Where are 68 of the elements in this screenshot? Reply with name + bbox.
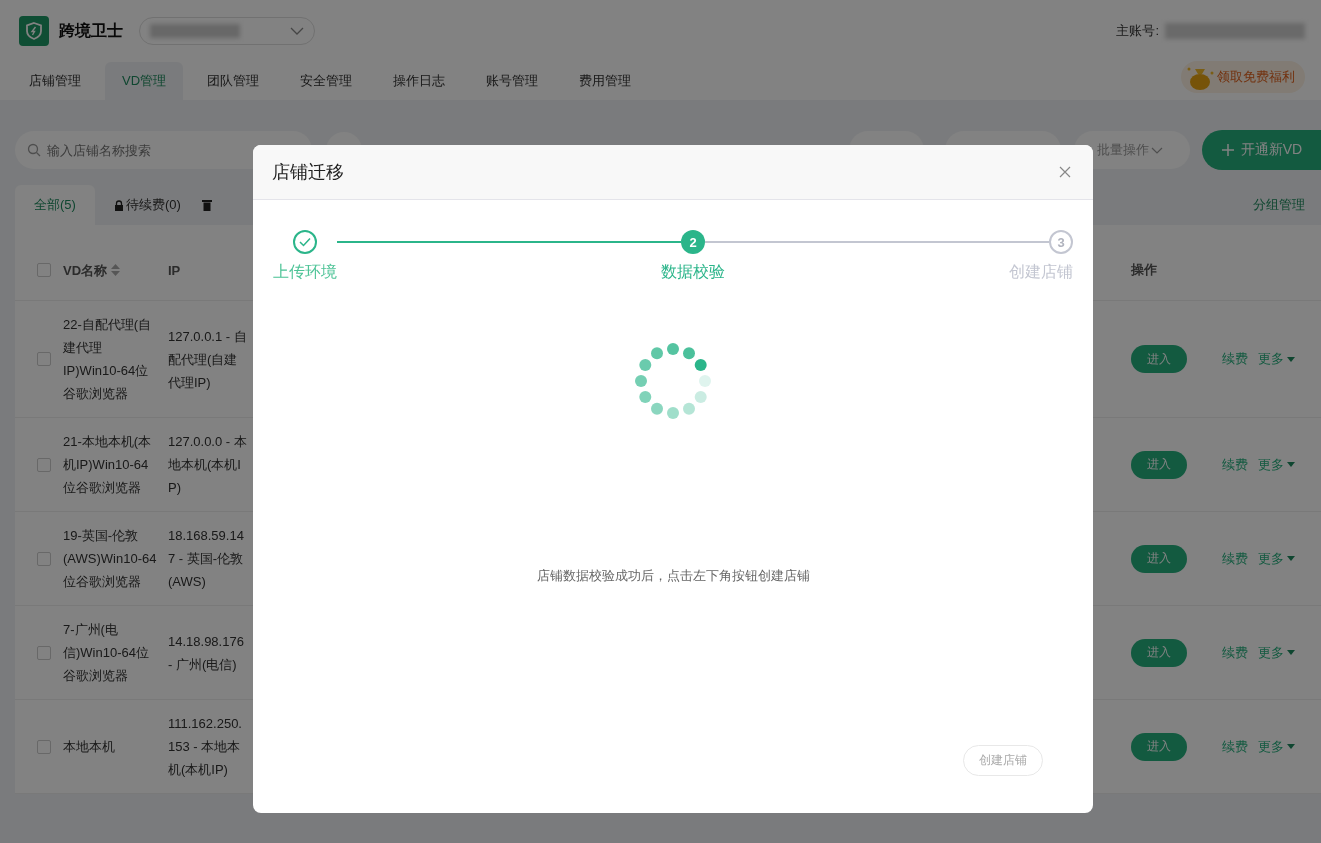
- close-icon[interactable]: [1059, 166, 1071, 178]
- renew-link[interactable]: 续费: [1222, 737, 1248, 756]
- nav-tab[interactable]: 账号管理: [469, 62, 556, 100]
- step-indicator: 3: [1049, 230, 1073, 254]
- column-header[interactable]: VD名称: [63, 258, 158, 282]
- account-label: 主账号:: [1116, 22, 1159, 40]
- checkbox[interactable]: [37, 352, 51, 366]
- table-cell-text: 7-广州(电信)Win10-64位谷歌浏览器: [63, 621, 150, 685]
- more-link[interactable]: 更多: [1258, 643, 1295, 662]
- loading-spinner-icon: [633, 341, 713, 421]
- table-cell-text: 127.0.0.1 - 自配代理(自建代理IP): [168, 327, 248, 392]
- more-link[interactable]: 更多: [1258, 350, 1295, 368]
- filter-tab[interactable]: 待续费(0): [94, 185, 200, 225]
- step-label: 数据校验: [661, 262, 725, 282]
- enter-button[interactable]: 进入: [1131, 732, 1187, 761]
- sort-icon[interactable]: [111, 264, 121, 276]
- table-cell-text: 18.168.59.147 - 英国-伦敦(AWS): [168, 527, 245, 591]
- trash-icon[interactable]: [201, 199, 212, 211]
- more-link[interactable]: 更多: [1258, 455, 1295, 474]
- checkbox[interactable]: [37, 457, 51, 472]
- enter-button[interactable]: 进入: [1131, 638, 1187, 667]
- app-name: 跨境卫士: [59, 20, 123, 41]
- more-link[interactable]: 更多: [1258, 737, 1295, 756]
- nav-tab[interactable]: 费用管理: [562, 62, 649, 100]
- status-message: 店铺数据校验成功后，点击左下角按钮创建店铺: [535, 567, 811, 585]
- table-cell-text: 21-本地本机(本机IP)Win10-64位谷歌浏览器: [63, 433, 153, 497]
- filter-tab[interactable]: 全部(5): [15, 185, 95, 225]
- chevron-down-icon: [290, 27, 304, 35]
- promo-button[interactable]: 领取免费福利: [1181, 61, 1305, 93]
- step-label: 创建店铺: [1009, 262, 1073, 282]
- more-link[interactable]: 更多: [1258, 549, 1295, 568]
- enter-button[interactable]: 进入: [1131, 544, 1187, 573]
- step-label: 上传环境: [273, 262, 337, 282]
- plus-icon: [1220, 143, 1235, 157]
- checkbox[interactable]: [37, 645, 51, 660]
- column-header: IP: [168, 261, 182, 280]
- caret-icon: [1287, 462, 1295, 467]
- renew-link[interactable]: 续费: [1222, 549, 1248, 568]
- table-cell-text: 111.162.250.153 - 本地本机(本机IP): [168, 715, 243, 779]
- lock-icon: [113, 199, 124, 211]
- enter-button[interactable]: 进入: [1131, 345, 1187, 373]
- nav-tab[interactable]: VD管理: [105, 62, 184, 100]
- nav-tab[interactable]: 操作日志: [376, 62, 463, 100]
- nav-tab[interactable]: 安全管理: [283, 62, 370, 100]
- checkbox[interactable]: [37, 263, 51, 277]
- checkbox[interactable]: [37, 739, 51, 754]
- step-indicator: 2: [681, 230, 705, 254]
- column-header: 操作: [1131, 261, 1158, 279]
- caret-icon: [1287, 556, 1295, 561]
- caret-icon: [1287, 744, 1295, 749]
- table-cell-text: 22-自配代理(自建代理IP)Win10-64位谷歌浏览器: [63, 316, 153, 403]
- create-vd-button[interactable]: 开通新VD: [1202, 130, 1321, 170]
- table-cell-text: 19-英国-伦敦(AWS)Win10-64位谷歌浏览器: [63, 527, 158, 591]
- renew-link[interactable]: 续费: [1222, 455, 1248, 474]
- renew-link[interactable]: 续费: [1222, 350, 1248, 368]
- renew-link[interactable]: 续费: [1222, 643, 1248, 662]
- shield-logo-icon: [19, 16, 49, 46]
- checkbox[interactable]: [37, 551, 51, 566]
- caret-icon: [1287, 356, 1295, 362]
- caret-icon: [1287, 650, 1295, 655]
- enter-button[interactable]: 进入: [1131, 450, 1187, 479]
- nav-tab[interactable]: 团队管理: [190, 62, 277, 100]
- table-cell-text: 本地本机: [63, 738, 116, 756]
- table-cell-text: 127.0.0.0 - 本地本机(本机IP): [168, 433, 248, 497]
- group-manage-link[interactable]: 分组管理: [1253, 196, 1305, 214]
- nav-tab[interactable]: 店铺管理: [12, 62, 98, 100]
- chevron-down-icon: [1151, 146, 1163, 154]
- table-cell-text: 14.18.98.176 - 广州(电信): [168, 632, 245, 674]
